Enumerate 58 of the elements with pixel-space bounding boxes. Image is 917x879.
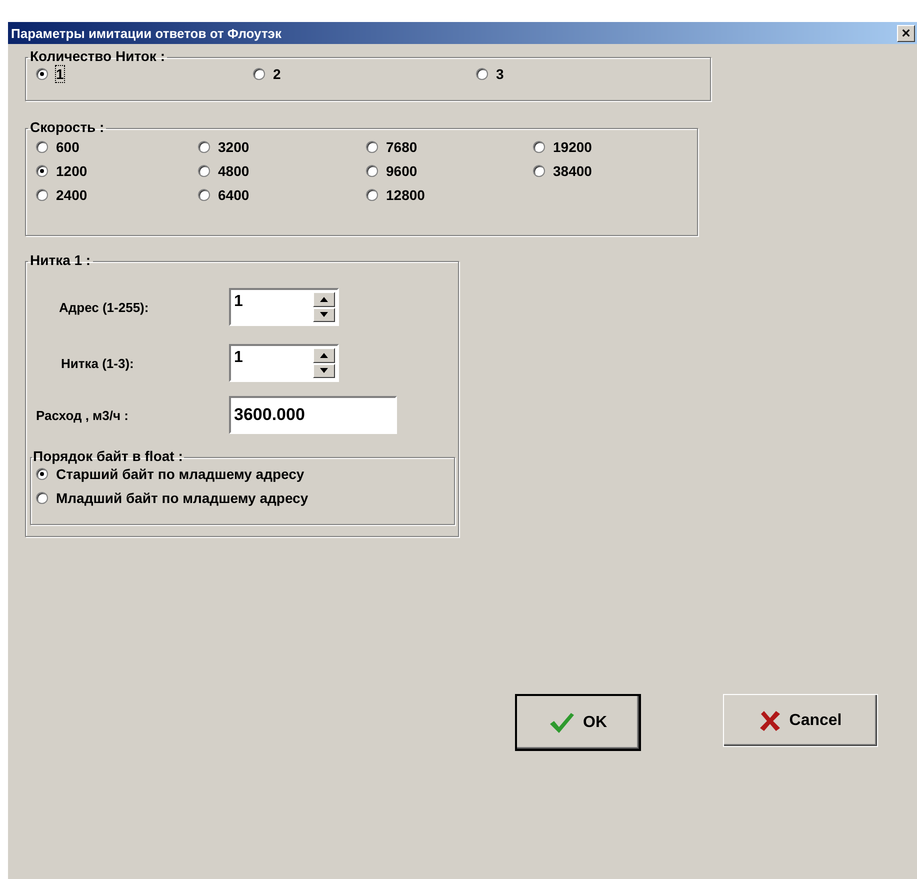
radio-button[interactable] xyxy=(198,165,210,177)
spin-down-button[interactable] xyxy=(313,308,335,322)
up-arrow-icon xyxy=(320,296,328,302)
radio-button[interactable] xyxy=(198,141,210,153)
radio-button[interactable] xyxy=(366,189,378,201)
radio-label[interactable]: 3200 xyxy=(218,139,250,155)
radio-label[interactable]: 1 xyxy=(56,66,64,82)
radio-button[interactable] xyxy=(36,165,48,177)
radio-label[interactable]: 12800 xyxy=(386,187,425,203)
down-arrow-icon xyxy=(320,368,328,374)
radio-label[interactable]: 38400 xyxy=(553,163,592,179)
radio-label[interactable]: 19200 xyxy=(553,139,592,155)
group-title: Скорость : xyxy=(30,119,104,135)
group-title: Количество Ниток : xyxy=(30,48,165,64)
spin-box[interactable]: 1 xyxy=(229,288,339,326)
cross-icon xyxy=(759,710,782,732)
radio-button[interactable] xyxy=(36,68,48,80)
check-icon xyxy=(549,712,575,734)
spin-up-button[interactable] xyxy=(313,292,335,306)
radio-label[interactable]: 2 xyxy=(273,66,281,82)
radio-button[interactable] xyxy=(366,141,378,153)
radio-button[interactable] xyxy=(36,468,48,480)
radio-label[interactable]: 1200 xyxy=(56,163,88,179)
radio-button[interactable] xyxy=(36,492,48,504)
radio-button[interactable] xyxy=(476,68,488,80)
radio-button[interactable] xyxy=(366,165,378,177)
radio-label[interactable]: 600 xyxy=(56,139,80,155)
radio-label[interactable]: 3 xyxy=(496,66,504,82)
radio-button[interactable] xyxy=(198,189,210,201)
field-label: Адрес (1-255): xyxy=(58,300,150,314)
radio-button[interactable] xyxy=(36,189,48,201)
window-title: Параметры имитации ответов от Флоутэк xyxy=(11,26,282,40)
radio-button[interactable] xyxy=(36,141,48,153)
spin-down-button[interactable] xyxy=(313,364,335,378)
radio-label[interactable]: 9600 xyxy=(386,163,418,179)
radio-label[interactable]: 2400 xyxy=(56,187,88,203)
ok-button[interactable]: OK xyxy=(515,694,641,751)
group-title: Порядок байт в float : xyxy=(33,448,183,464)
group-title: Нитка 1 : xyxy=(30,252,91,268)
radio-label[interactable]: 7680 xyxy=(386,139,418,155)
up-arrow-icon xyxy=(320,352,328,358)
input-field[interactable]: 1 xyxy=(231,290,311,324)
cancel-button[interactable]: Cancel xyxy=(723,694,878,747)
down-arrow-icon xyxy=(320,312,328,318)
spin-up-button[interactable] xyxy=(313,348,335,362)
input-field[interactable]: 1 xyxy=(231,346,311,380)
radio-button[interactable] xyxy=(253,68,265,80)
radio-label[interactable]: Старший байт по младшему адресу xyxy=(56,466,304,482)
radio-label[interactable]: 4800 xyxy=(218,163,250,179)
field-label: Нитка (1-3): xyxy=(60,356,135,370)
spin-box[interactable]: 1 xyxy=(229,344,339,382)
input-field[interactable]: 3600.000 xyxy=(229,396,397,434)
radio-label[interactable]: Младший байт по младшему адресу xyxy=(56,490,308,506)
radio-button[interactable] xyxy=(533,165,545,177)
radio-button[interactable] xyxy=(533,141,545,153)
close-button[interactable]: × xyxy=(897,24,915,42)
radio-label[interactable]: 6400 xyxy=(218,187,250,203)
field-label: Расход , м3/ч : xyxy=(36,408,130,422)
